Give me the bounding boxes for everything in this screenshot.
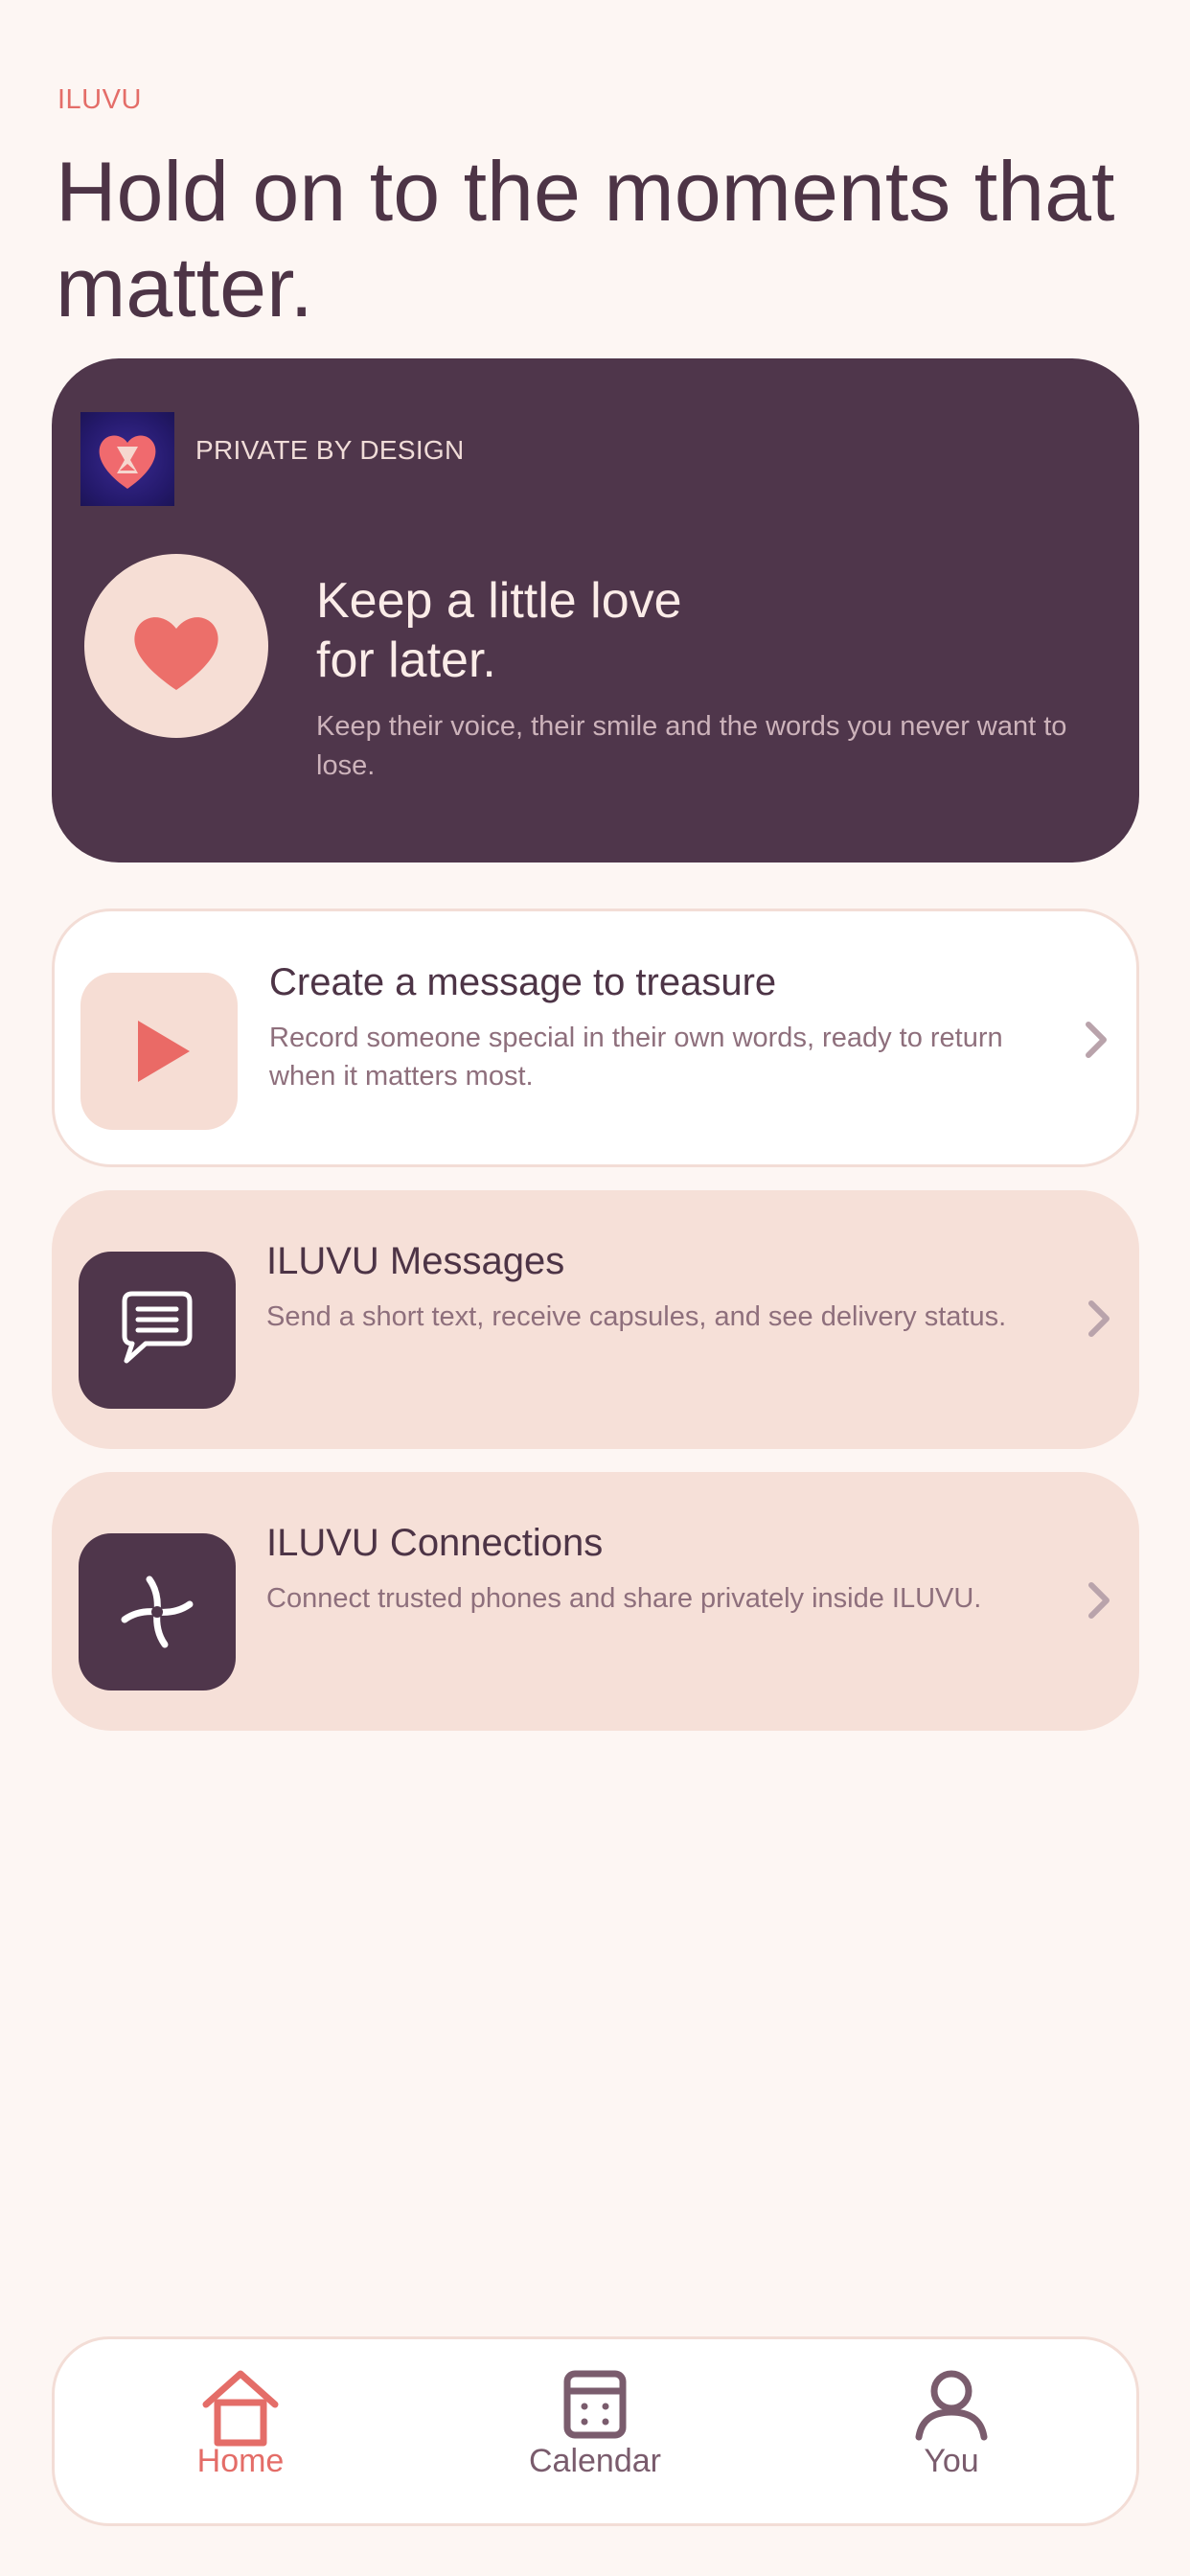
card-subtitle: Connect trusted phones and share private… — [266, 1583, 982, 1614]
connections-card[interactable]: ILUVU Connections Connect trusted phones… — [52, 1472, 1139, 1731]
home-icon — [202, 2370, 279, 2447]
connections-icon — [79, 1533, 236, 1690]
chevron-right-icon — [1088, 1300, 1110, 1337]
create-message-card[interactable]: Create a message to treasure Record some… — [52, 908, 1139, 1167]
card-title: ILUVU Connections — [266, 1522, 604, 1564]
card-title: ILUVU Messages — [266, 1240, 565, 1282]
tab-label: Calendar — [529, 2443, 661, 2479]
person-icon — [915, 2370, 988, 2441]
messages-card[interactable]: ILUVU Messages Send a short text, receiv… — [52, 1190, 1139, 1449]
heart-badge — [84, 554, 268, 738]
heart-icon — [134, 617, 218, 690]
app-logo-icon — [80, 412, 174, 506]
app-brand: ILUVU — [57, 84, 142, 115]
calendar-icon — [563, 2370, 627, 2439]
play-icon — [80, 973, 238, 1130]
hero-subtitle: Keep their voice, their smile and the wo… — [316, 711, 1067, 781]
chevron-right-icon — [1088, 1582, 1110, 1619]
privacy-tag: PRIVATE BY DESIGN — [195, 435, 465, 465]
tab-label: You — [924, 2443, 979, 2479]
hero-card: PRIVATE BY DESIGN Keep a little love for… — [52, 358, 1139, 862]
card-subtitle: Send a short text, receive capsules, and… — [266, 1301, 1007, 1332]
chat-bubble-icon — [79, 1252, 236, 1409]
tab-calendar[interactable]: Calendar — [499, 2368, 691, 2502]
card-title: Create a message to treasure — [269, 961, 777, 1003]
page-headline: Hold on to the moments that matter. — [56, 144, 1115, 334]
bottom-tab-bar: Home Calendar You — [52, 2336, 1139, 2526]
chevron-right-icon — [1086, 1022, 1107, 1058]
card-subtitle: Record someone special in their own word… — [269, 1023, 1003, 1092]
hero-title: Keep a little love for later. — [316, 573, 682, 688]
tab-home[interactable]: Home — [145, 2368, 336, 2502]
tab-you[interactable]: You — [856, 2368, 1047, 2502]
tab-label: Home — [196, 2443, 285, 2479]
